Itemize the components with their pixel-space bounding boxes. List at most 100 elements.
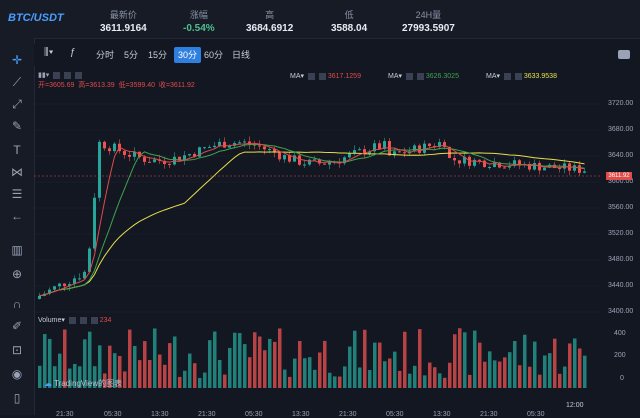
ma3-eye-icon[interactable] — [514, 72, 522, 80]
interval-tab-60[interactable]: 60分 — [200, 47, 227, 63]
stat-change: 涨幅 -0.54% — [183, 8, 215, 34]
trash-icon[interactable]: ▯ — [9, 390, 25, 406]
volume-bar — [283, 369, 287, 388]
volume-eye-icon[interactable] — [79, 316, 87, 324]
lock-drawing-icon[interactable]: ✐ — [9, 318, 25, 334]
measure-icon[interactable]: ▥ — [9, 242, 25, 258]
volume-bar — [333, 376, 337, 388]
ma2-settings-icon[interactable] — [405, 72, 413, 80]
fib-icon[interactable]: ☰ — [9, 186, 25, 202]
brush-icon[interactable]: ✎ — [9, 118, 25, 134]
pair-title[interactable]: BTC/USDT — [8, 12, 64, 24]
pattern-icon[interactable]: ⋈ — [9, 164, 25, 180]
stat-high: 高 3684.6912 — [246, 8, 293, 34]
candle-body — [113, 143, 116, 152]
volume-settings-icon[interactable] — [68, 316, 76, 324]
volume-bar — [158, 354, 162, 388]
ma1-legend[interactable]: MA▾ 3617.1259 — [290, 72, 361, 80]
volume-close-icon[interactable] — [90, 316, 98, 324]
candle-body — [378, 143, 381, 149]
stat-change-value: -0.54% — [183, 23, 215, 34]
trendline-icon[interactable]: ⟋ — [9, 74, 25, 90]
volume-bar — [518, 365, 522, 388]
volume-bar — [288, 376, 292, 388]
interval-tab-30[interactable]: 30分 — [174, 47, 202, 63]
chart-type-icon[interactable]: ⫼▾ — [44, 47, 53, 58]
tradingview-logo[interactable]: ☁ TradingView的图表 — [44, 378, 122, 389]
ma3-settings-icon[interactable] — [503, 72, 511, 80]
candle-body — [313, 159, 316, 161]
legend-eye-icon[interactable] — [64, 71, 72, 79]
price-tick: 3400.00 — [608, 308, 634, 315]
tradingview-icon: ☁ — [44, 379, 52, 388]
candle-body — [98, 141, 101, 198]
volume-bar — [483, 361, 487, 388]
volume-bar — [508, 352, 512, 388]
ma2-eye-icon[interactable] — [416, 72, 424, 80]
volume-bar — [538, 374, 542, 388]
volume-bar — [428, 362, 432, 388]
eye-icon[interactable]: ◉ — [9, 366, 25, 382]
volume-bar — [233, 332, 237, 388]
volume-bar — [243, 344, 247, 388]
candle-body — [93, 197, 96, 249]
volume-legend[interactable]: Volume▾ 234 — [38, 316, 111, 324]
zoom-icon[interactable]: ⊕ — [9, 266, 25, 282]
lock-icon[interactable]: ⊡ — [9, 342, 25, 358]
interval-tab-15[interactable]: 15分 — [144, 47, 171, 63]
candle-body — [478, 159, 481, 161]
ma2-line — [39, 143, 585, 297]
camera-icon[interactable] — [618, 50, 630, 59]
ray-icon[interactable]: ⤢ — [9, 96, 25, 112]
volume-bar — [188, 353, 192, 388]
stat-low-value: 3588.04 — [331, 23, 368, 34]
stat-low: 低 3588.04 — [331, 8, 367, 34]
candle-body — [108, 148, 111, 152]
volume-bar — [423, 375, 427, 388]
chart-area[interactable]: ▮▮▾ 开=3605.69 高=3613.39 低=3599.40 收=3611… — [34, 66, 640, 418]
ma1-eye-icon[interactable] — [318, 72, 326, 80]
candle-body — [308, 159, 311, 165]
volume-bar — [413, 365, 417, 388]
ma3-label: MA▾ — [486, 73, 501, 80]
candle-body — [503, 167, 506, 169]
volume-bar — [378, 342, 382, 388]
volume-bar — [143, 341, 147, 388]
volume-bar — [338, 376, 342, 388]
volume-bar — [193, 363, 197, 388]
interval-tab-1[interactable]: 分时 — [92, 47, 118, 63]
candle-body — [38, 295, 41, 299]
candle-body — [63, 283, 66, 287]
candle-body — [168, 164, 171, 166]
chart-canvas[interactable] — [34, 66, 640, 415]
magnet-icon[interactable]: ∩ — [9, 296, 25, 312]
ma2-legend[interactable]: MA▾ 3626.3025 — [388, 72, 459, 80]
volume-bar — [238, 333, 242, 388]
volume-bar — [168, 343, 172, 388]
volume-bar — [458, 328, 462, 388]
ma1-settings-icon[interactable] — [307, 72, 315, 80]
interval-tab-day[interactable]: 日线 — [228, 47, 254, 63]
candle-body — [573, 165, 576, 171]
arrow-left-icon[interactable]: ← — [9, 208, 25, 224]
volume-bar — [328, 372, 332, 388]
crosshair-icon[interactable]: ✛ — [9, 52, 25, 68]
ma1-line — [39, 142, 585, 297]
interval-tab-5[interactable]: 5分 — [120, 47, 142, 63]
text-icon[interactable]: T — [9, 142, 25, 158]
legend-settings-icon[interactable] — [53, 71, 61, 79]
candle-body — [188, 154, 191, 156]
volume-bar — [463, 332, 467, 388]
fx-icon[interactable]: ƒ — [70, 47, 76, 58]
volume-bar — [478, 342, 482, 388]
volume-bar — [563, 366, 567, 388]
volume-bar — [398, 370, 402, 388]
volume-bar — [343, 366, 347, 388]
volume-bar — [473, 330, 477, 388]
price-tick: 3560.00 — [608, 204, 634, 211]
legend-close-icon[interactable] — [75, 71, 83, 79]
stat-last-label: 最新价 — [109, 10, 137, 20]
volume-bar — [573, 338, 577, 388]
ma3-legend[interactable]: MA▾ 3633.9538 — [486, 72, 557, 80]
stat-change-label: 涨幅 — [189, 10, 208, 20]
